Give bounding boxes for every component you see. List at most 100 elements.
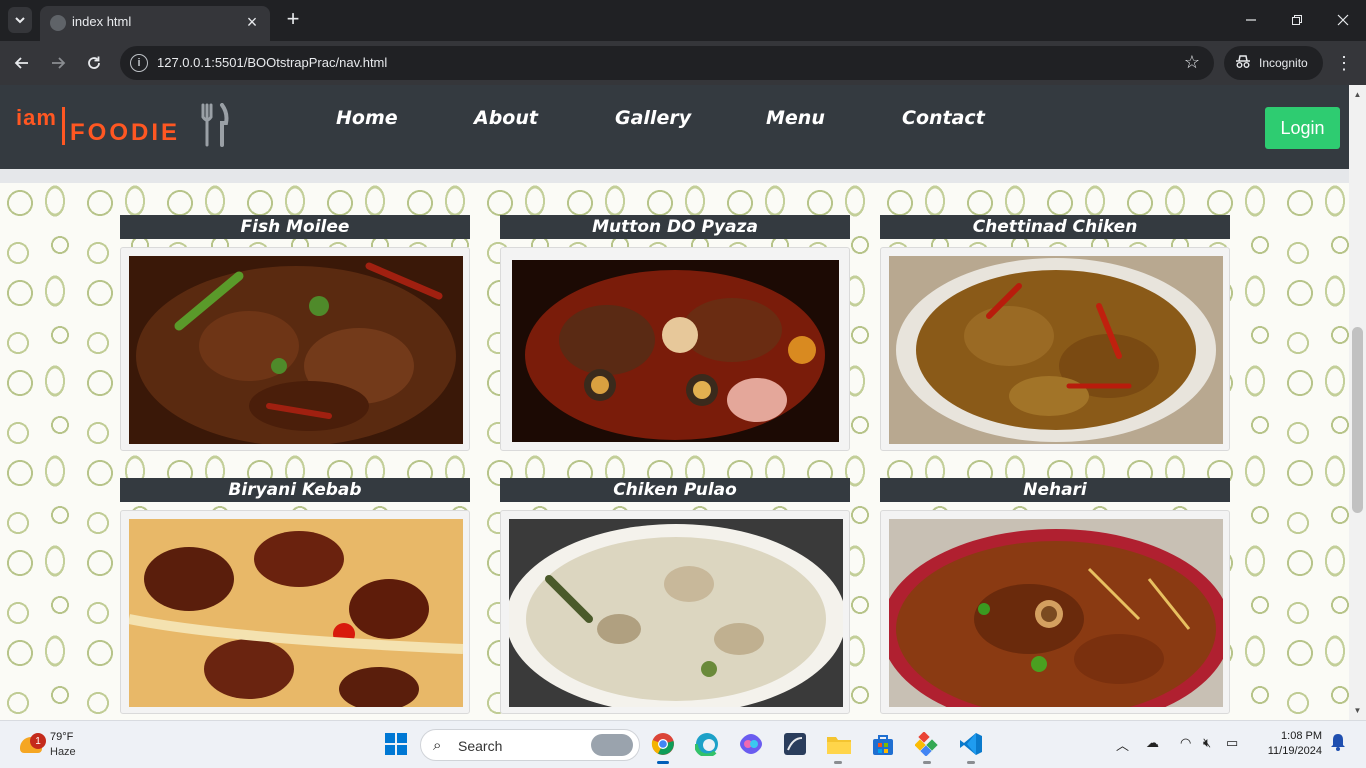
back-button[interactable] [7, 48, 37, 78]
dish-photo [889, 256, 1223, 444]
scrollbar-thumb[interactable] [1352, 327, 1363, 513]
minimize-button[interactable] [1228, 0, 1274, 40]
chrome-icon [651, 733, 674, 755]
edge-icon [695, 733, 718, 756]
dish-image-frame [120, 510, 470, 714]
system-clock[interactable]: 1:08 PM 11/19/2024 [1258, 729, 1322, 759]
vscode-taskbar-icon[interactable] [956, 729, 986, 759]
dish-title: Mutton DO Pyaza [500, 215, 850, 239]
running-app-indicator [834, 761, 842, 764]
vscode-icon [960, 733, 982, 755]
logo-divider [62, 107, 65, 145]
dish-image-frame [120, 247, 470, 451]
tab-search-button[interactable] [8, 7, 32, 33]
url-text[interactable]: 127.0.0.1:5501/BOOtstrapPrac/nav.html [157, 55, 387, 70]
dish-image-frame [880, 510, 1230, 714]
page-scrollbar[interactable]: ▲ ▼ [1349, 85, 1366, 720]
mysql-workbench-taskbar-icon[interactable] [780, 729, 810, 759]
dish-title: Biryani Kebab [120, 478, 470, 502]
windows-taskbar: 1 79°F Haze ⌕ Search ︿ ☁ ◠ 🔇︎ ▭ 1:08 PM … [0, 720, 1366, 768]
scroll-down-arrow-icon[interactable]: ▼ [1352, 704, 1363, 716]
database-icon [784, 733, 806, 755]
incognito-label: Incognito [1259, 56, 1308, 70]
close-icon [1337, 14, 1349, 26]
windows-logo-icon [385, 733, 407, 755]
search-label: Search [458, 738, 503, 754]
notifications-bell-icon[interactable] [1330, 733, 1346, 754]
incognito-indicator[interactable]: Incognito [1224, 46, 1323, 80]
dish-image-frame [500, 510, 850, 714]
dish-photo [512, 260, 839, 442]
site-navbar: iam FOODIE Home About Gallery Menu Conta… [0, 85, 1349, 169]
edge-taskbar-icon[interactable] [692, 729, 722, 759]
start-button[interactable] [381, 729, 411, 759]
dish-photo [129, 519, 463, 707]
diamond-apps-icon [915, 732, 938, 756]
weather-widget[interactable]: 1 79°F Haze [16, 729, 96, 761]
logo-name: FOODIE [70, 119, 181, 146]
nav-gallery[interactable]: Gallery [615, 107, 691, 129]
globe-icon [50, 15, 66, 31]
incognito-icon [1236, 55, 1250, 68]
clock-date: 11/19/2024 [1267, 745, 1322, 757]
active-app-indicator [657, 761, 669, 764]
fork-knife-icon [201, 103, 229, 147]
nav-contact[interactable]: Contact [902, 107, 985, 129]
brand-logo[interactable]: iam FOODIE [16, 103, 236, 151]
address-bar[interactable]: i 127.0.0.1:5501/BOOtstrapPrac/nav.html … [120, 46, 1214, 80]
restore-button[interactable] [1274, 0, 1320, 40]
dish-image-frame [500, 247, 850, 451]
volume-muted-icon[interactable]: 🔇︎ [1203, 735, 1211, 751]
browser-menu-icon[interactable]: ⋮ [1334, 49, 1354, 77]
dish-photo [889, 519, 1223, 707]
gemini-taskbar-icon[interactable] [912, 729, 942, 759]
browser-tab[interactable]: index html × [40, 6, 270, 41]
store-bag-icon [873, 735, 893, 755]
close-tab-icon[interactable]: × [242, 10, 262, 34]
arrow-left-icon [14, 57, 28, 69]
reload-icon [88, 56, 100, 69]
copilot-taskbar-icon[interactable] [736, 729, 766, 759]
file-explorer-taskbar-icon[interactable] [824, 729, 854, 759]
onedrive-cloud-icon[interactable]: ☁ [1146, 735, 1159, 751]
reload-button[interactable] [79, 48, 109, 78]
weather-temperature: 79°F [50, 731, 74, 743]
notification-badge: 1 [30, 733, 46, 749]
dish-title: Nehari [880, 478, 1230, 502]
dish-title: Chiken Pulao [500, 478, 850, 502]
restore-icon [1292, 15, 1302, 25]
store-taskbar-icon[interactable] [868, 729, 898, 759]
folder-icon [827, 737, 851, 754]
navbar-shadow-strip [0, 169, 1349, 183]
tab-title: index html [72, 14, 132, 29]
wifi-icon[interactable]: ◠ [1180, 735, 1191, 751]
new-tab-button[interactable]: + [282, 6, 304, 32]
logo-prefix: iam [16, 105, 57, 130]
browser-toolbar: i 127.0.0.1:5501/BOOtstrapPrac/nav.html … [0, 41, 1366, 85]
dish-title: Fish Moilee [120, 215, 470, 239]
search-highlight-image [591, 734, 633, 756]
chrome-taskbar-icon[interactable] [648, 729, 678, 759]
clock-time: 1:08 PM [1281, 730, 1322, 742]
running-app-indicator [923, 761, 931, 764]
battery-icon[interactable]: ▭ [1226, 735, 1238, 751]
close-window-button[interactable] [1320, 0, 1366, 40]
running-app-indicator [967, 761, 975, 764]
nav-menu[interactable]: Menu [766, 107, 825, 129]
chevron-down-icon [15, 17, 25, 24]
copilot-icon [740, 734, 762, 754]
dish-photo [509, 519, 843, 707]
login-button[interactable]: Login [1265, 107, 1340, 149]
search-icon: ⌕ [433, 737, 442, 754]
forward-button[interactable] [43, 48, 73, 78]
site-info-icon[interactable]: i [130, 54, 148, 72]
nav-home[interactable]: Home [336, 107, 398, 129]
taskbar-search[interactable]: ⌕ Search [420, 729, 640, 761]
weather-condition: Haze [50, 746, 76, 758]
bookmark-star-icon[interactable]: ☆ [1184, 52, 1200, 73]
scroll-up-arrow-icon[interactable]: ▲ [1352, 88, 1363, 100]
browser-tab-bar: index html × + [0, 0, 1366, 41]
show-hidden-icons-chevron-icon[interactable]: ︿ [1116, 735, 1129, 754]
nav-about[interactable]: About [474, 107, 538, 129]
dish-image-frame [880, 247, 1230, 451]
